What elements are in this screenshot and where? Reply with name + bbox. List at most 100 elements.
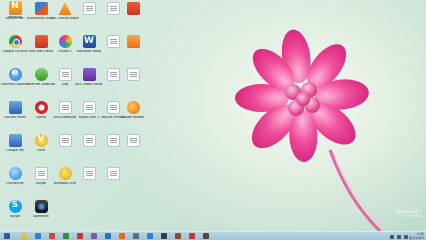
taskbar-app-button[interactable] (130, 232, 141, 240)
app-icon (174, 233, 181, 239)
desktop-icon-label: Microsoft Word (76, 50, 102, 53)
taskbar: 4:05 6/1/2015 (0, 231, 426, 240)
desktop-icon[interactable]: Internet Explorer (1, 67, 29, 96)
chrome-icon (8, 35, 22, 48)
taskbar-app-button[interactable] (102, 232, 113, 240)
desktop-icon[interactable]: DVDVideoSoft (52, 100, 78, 129)
app-icon (90, 233, 97, 239)
doc-icon (106, 35, 120, 48)
desktop-icon[interactable]: Winamp (2, 0, 28, 29)
desktop-icon[interactable]: HyperCam 2 (76, 100, 102, 129)
desktop-icon[interactable]: VLC media player (51, 1, 79, 30)
taskbar-app-button[interactable] (88, 232, 99, 240)
desktop-icon-label: Internet Explorer (1, 83, 29, 86)
app-icon (132, 233, 139, 239)
flag-icon[interactable] (404, 234, 408, 239)
taskbar-app-button[interactable] (186, 232, 197, 240)
doc-icon (126, 134, 140, 147)
red-icon (34, 35, 48, 48)
app-icon (188, 233, 195, 239)
doc-icon (106, 2, 120, 15)
doc-icon (82, 101, 96, 114)
taskbar-app-button[interactable] (18, 232, 29, 240)
taskbar-app-button[interactable] (116, 232, 127, 240)
desktop-icon[interactable]: Internet Download Manager (27, 67, 55, 96)
taskbar-app-button[interactable] (74, 232, 85, 240)
app-icon (118, 233, 125, 239)
fire-icon (126, 101, 140, 114)
app-icon (160, 233, 167, 239)
desktop-icon[interactable]: Picasa 3 (52, 34, 78, 63)
desktop-icon-label: Vuze (37, 149, 45, 152)
desktop-icon[interactable]: Ashampoo Burning Studio (27, 1, 55, 30)
start-button[interactable] (2, 232, 12, 240)
taskbar-app-button[interactable] (172, 232, 183, 240)
globe-icon (8, 167, 22, 180)
taskbar-app-button[interactable] (158, 232, 169, 240)
cam-icon (34, 200, 48, 213)
desktop-icon-label: Control Panel (4, 116, 26, 119)
desktop-icon-label: Google Chrome (2, 50, 28, 53)
desktop-icon[interactable]: Skype (2, 199, 28, 228)
red-icon (126, 2, 140, 15)
desktop-icon[interactable] (52, 133, 78, 162)
desktop-icon-label: Connectify (6, 182, 24, 185)
desktop: Recycle BinGoogle ChromeInternet Explore… (0, 0, 426, 231)
clock-date: 6/1/2015 (409, 236, 424, 240)
doc-icon (82, 134, 96, 147)
desktop-icon[interactable]: Windows Live (52, 166, 78, 195)
taskbar-app-button[interactable] (144, 232, 155, 240)
watermark-line-2: Build 9600 (403, 214, 422, 218)
doc-icon (126, 68, 140, 81)
app-icon (48, 233, 55, 239)
doc-icon (106, 167, 120, 180)
desktop-icon[interactable]: Jing (52, 67, 78, 96)
desktop-icon[interactable]: Microsoft Word (76, 34, 102, 63)
desktop-icon[interactable]: Control Panel (2, 100, 28, 129)
doc-icon (106, 68, 120, 81)
desktop-icon[interactable]: Opera (28, 100, 54, 129)
network-icon[interactable] (390, 234, 394, 239)
doc-icon (82, 2, 96, 15)
desktop-icon[interactable]: Google Chrome (2, 34, 28, 63)
desktop-icon[interactable]: Google file (2, 133, 28, 162)
desktop-icon[interactable]: Connectify (2, 166, 28, 195)
desktop-icon[interactable]: Skype (28, 166, 54, 195)
taskbar-clock[interactable]: 4:05 6/1/2015 (409, 232, 424, 240)
desktop-icon[interactable] (76, 1, 102, 30)
desktop-icon-label: Winamp (8, 16, 22, 19)
desktop-icon[interactable]: AVS Video Editor (75, 67, 103, 96)
desktop-icon[interactable]: Adobe Reader (120, 100, 146, 129)
app-icon (76, 233, 83, 239)
gold-icon (58, 167, 72, 180)
app-icon (202, 233, 209, 239)
desktop-icon-label: VLC media player (51, 17, 79, 20)
app-icon (20, 233, 27, 239)
app-icon (62, 233, 69, 239)
desktop-icon[interactable] (120, 133, 146, 162)
taskbar-app-button[interactable] (32, 232, 43, 240)
desktop-icon-label: Windows Live (53, 182, 77, 185)
volume-icon[interactable] (397, 234, 401, 239)
desktop-icon[interactable] (76, 133, 102, 162)
windows-logo-icon (4, 233, 10, 239)
taskbar-app-button[interactable] (200, 232, 211, 240)
taskbar-app-list (0, 232, 214, 240)
blue-icon (8, 101, 22, 114)
desktop-icon[interactable] (120, 67, 146, 96)
desktop-icon-label: Skype (10, 215, 20, 218)
desktop-icon[interactable] (76, 166, 102, 195)
taskbar-app-button[interactable] (60, 232, 71, 240)
desktop-icon[interactable]: SpeedFan (28, 199, 54, 228)
app-icon (34, 233, 41, 239)
desktop-icon[interactable] (120, 1, 146, 30)
desktop-icon[interactable] (100, 166, 126, 195)
taskbar-app-button[interactable] (46, 232, 57, 240)
desktop-icon[interactable]: Vuze (28, 133, 54, 162)
desktop-icon[interactable]: Infix pdf Editor (28, 34, 54, 63)
doc-icon (106, 134, 120, 147)
opera-icon (34, 101, 48, 114)
desktop-icon[interactable] (120, 34, 146, 63)
v-icon (34, 134, 48, 147)
desktop-icon-label: Adobe Reader (121, 116, 145, 119)
